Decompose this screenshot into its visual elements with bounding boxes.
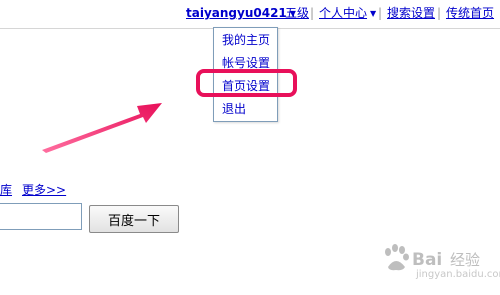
classic-home-link[interactable]: 传统首页 <box>446 6 494 20</box>
search-settings-link[interactable]: 搜索设置 <box>387 6 435 20</box>
annotation-arrow-icon <box>42 103 162 153</box>
search-input[interactable] <box>0 203 82 230</box>
svg-text:经验: 经验 <box>450 251 480 269</box>
top-bar: taiyangyu0421 ▼ 五级 | 个人中心 ▼ | 搜索设置 | 传统首页 <box>0 0 500 26</box>
highlight-annotation-box <box>196 69 297 97</box>
menu-item-my-homepage[interactable]: 我的主页 <box>222 33 270 47</box>
svg-text:Bai: Bai <box>412 250 442 270</box>
personal-center-link[interactable]: 个人中心 ▼ <box>319 6 376 21</box>
watermark: Bai 经验 jingyan.baidu.com <box>378 243 500 283</box>
ku-link[interactable]: 库 <box>0 183 12 197</box>
more-link[interactable]: 更多>> <box>22 183 66 197</box>
separator: | <box>378 6 383 20</box>
menu-item-account-settings[interactable]: 帐号设置 <box>222 56 270 70</box>
watermark-text: jingyan.baidu.com <box>416 269 500 280</box>
username-link[interactable]: taiyangyu0421 ▼ <box>186 6 296 21</box>
menu-item-logout[interactable]: 退出 <box>222 102 246 116</box>
search-button[interactable]: 百度一下 <box>89 205 179 233</box>
level-link[interactable]: 五级 <box>285 6 309 20</box>
caret-down-icon[interactable]: ▼ <box>370 7 376 21</box>
separator: | <box>310 6 315 20</box>
separator: | <box>437 6 442 20</box>
